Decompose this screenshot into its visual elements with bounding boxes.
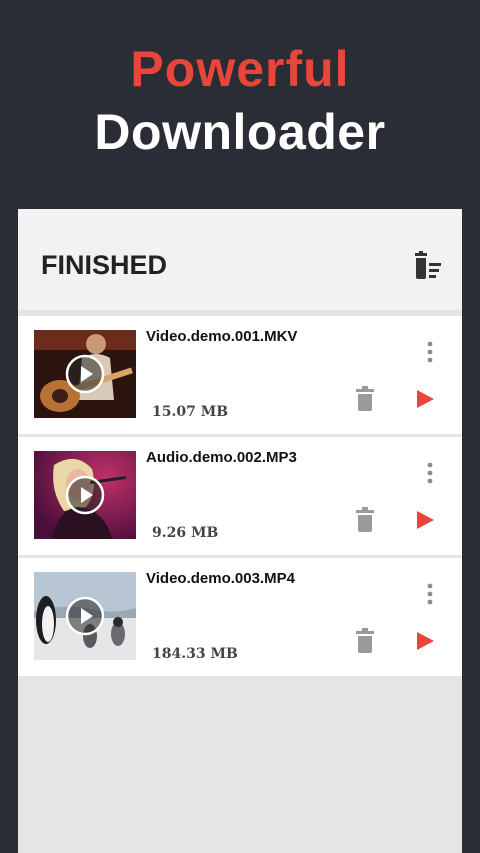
play-icon[interactable] (414, 509, 436, 531)
promo-title-line1: Powerful (130, 41, 350, 97)
play-icon (65, 596, 105, 636)
download-list: Video.demo.001.MKV 15.07 MB Audio.demo.0… (18, 316, 462, 679)
more-vertical-icon[interactable] (420, 461, 440, 487)
more-vertical-icon[interactable] (420, 340, 440, 366)
list-item[interactable]: Audio.demo.002.MP3 9.26 MB (18, 437, 462, 555)
downloads-panel: FINISHED Video.demo.001.MKV 15.07 MB Aud… (18, 209, 462, 853)
panel-header: FINISHED (18, 209, 462, 310)
page-title: FINISHED (41, 250, 168, 280)
video-thumbnail[interactable] (34, 330, 136, 418)
trash-icon[interactable] (354, 507, 376, 533)
trash-icon[interactable] (354, 386, 376, 412)
file-name: Video.demo.001.MKV (146, 328, 298, 345)
list-item[interactable]: Video.demo.003.MP4 184.33 MB (18, 558, 462, 676)
promo-title-line2: Downloader (94, 104, 386, 160)
play-icon[interactable] (414, 388, 436, 410)
trash-icon[interactable] (354, 628, 376, 654)
play-icon (65, 354, 105, 394)
file-name: Video.demo.003.MP4 (146, 570, 295, 587)
play-icon[interactable] (414, 630, 436, 652)
file-size: 184.33 MB (152, 646, 238, 662)
file-size: 9.26 MB (152, 525, 219, 541)
more-vertical-icon[interactable] (420, 582, 440, 608)
clear-all-icon[interactable] (412, 250, 444, 282)
list-item[interactable]: Video.demo.001.MKV 15.07 MB (18, 316, 462, 434)
play-icon (65, 475, 105, 515)
audio-thumbnail[interactable] (34, 451, 136, 539)
video-thumbnail[interactable] (34, 572, 136, 660)
file-name: Audio.demo.002.MP3 (146, 449, 297, 466)
file-size: 15.07 MB (152, 404, 229, 420)
